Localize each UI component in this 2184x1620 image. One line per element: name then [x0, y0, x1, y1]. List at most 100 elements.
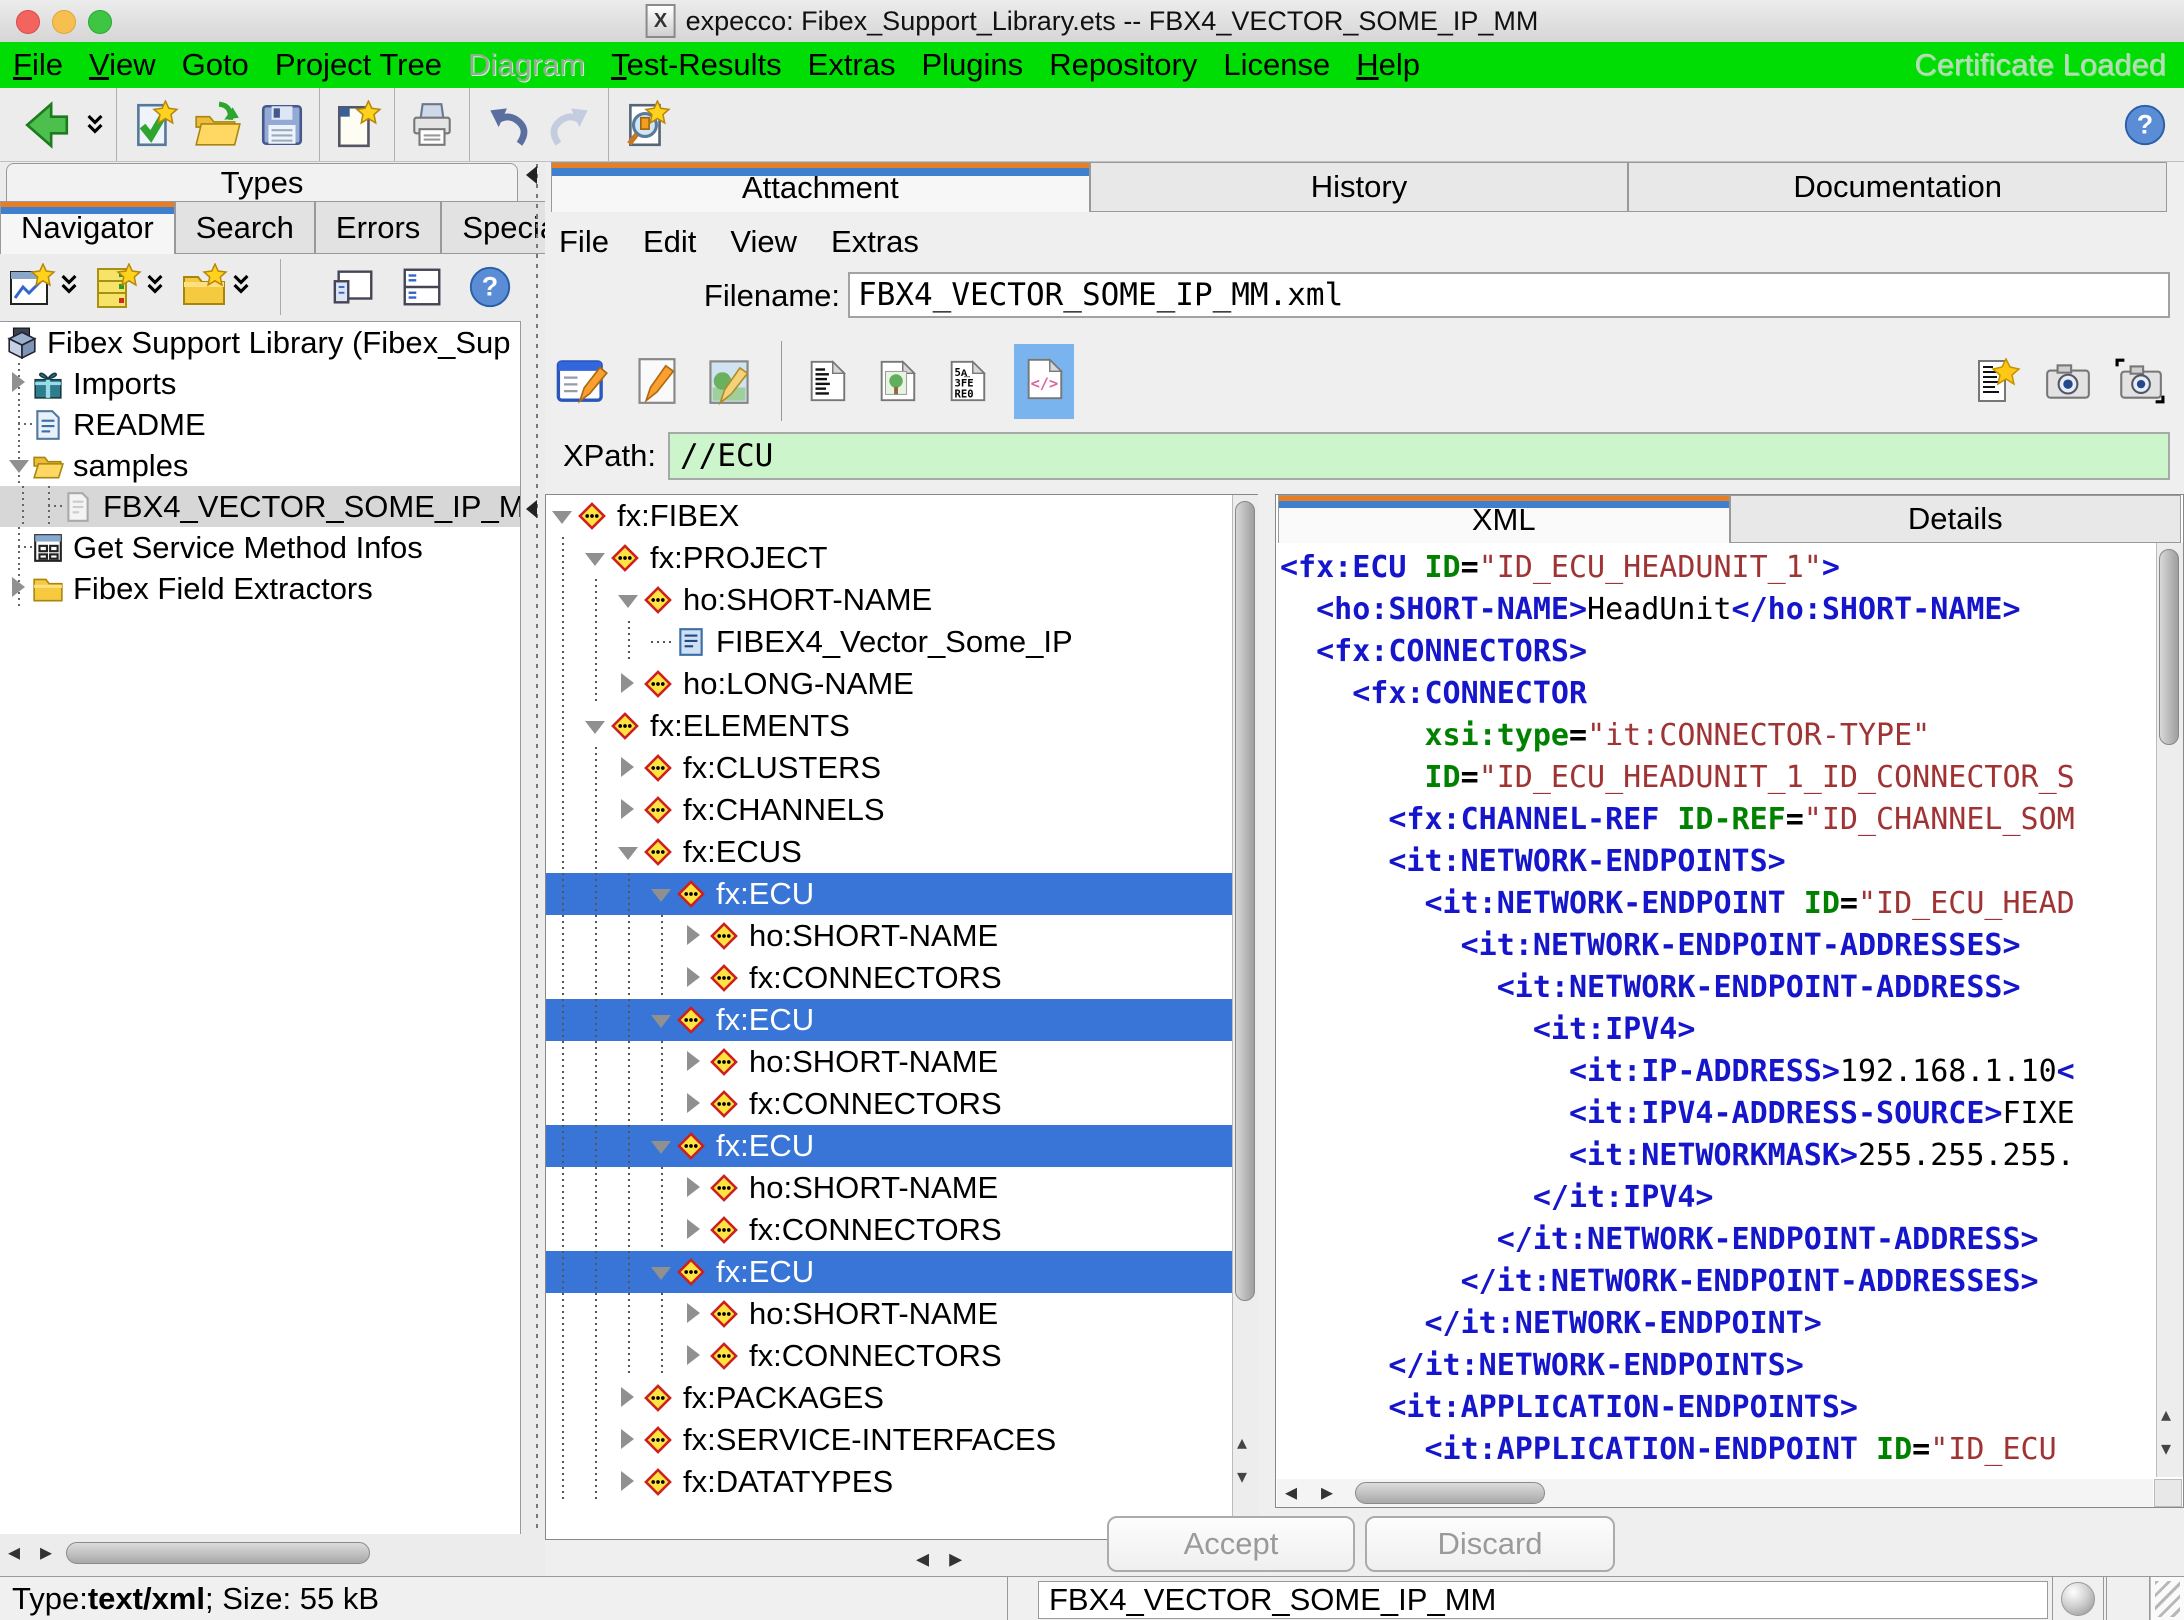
xml-tree-row[interactable]: fx:SERVICE-INTERFACES — [546, 1419, 1257, 1461]
project-tree-item[interactable]: Get Service Method Infos — [0, 527, 520, 568]
menu-extras[interactable]: Extras — [795, 47, 909, 83]
xml-tree-row[interactable]: ho:SHORT-NAME — [546, 579, 1257, 621]
open-folder-icon[interactable] — [193, 100, 243, 150]
back-arrow-icon[interactable] — [22, 100, 72, 150]
menu-repository[interactable]: Repository — [1036, 47, 1210, 83]
expand-icon[interactable] — [616, 747, 642, 789]
new-folder-icon[interactable] — [180, 263, 228, 311]
view-image-icon[interactable] — [874, 355, 920, 407]
edit-text-icon[interactable] — [633, 354, 681, 408]
expand-icon[interactable] — [616, 663, 642, 705]
xml-tree-row[interactable]: fx:ELEMENTS — [546, 705, 1257, 747]
collapse-icon[interactable] — [6, 445, 32, 486]
tab-errors[interactable]: Errors — [315, 201, 441, 254]
dropdown-chevron-icon[interactable] — [86, 112, 104, 138]
xml-tree-row[interactable]: fx:PROJECT — [546, 537, 1257, 579]
tab-xml[interactable]: XML — [1278, 495, 1730, 543]
tab-details[interactable]: Details — [1730, 495, 2182, 543]
xml-tree-row[interactable]: ho:SHORT-NAME — [546, 1041, 1257, 1083]
dropdown-chevron-icon[interactable] — [232, 272, 250, 303]
edit-image-icon[interactable] — [705, 354, 753, 408]
menu-diagram[interactable]: Diagram — [455, 47, 598, 83]
expand-icon[interactable] — [682, 957, 708, 999]
project-tree-item[interactable]: samples — [0, 445, 520, 486]
menu-view[interactable]: View — [76, 47, 169, 83]
project-tree[interactable]: Fibex Support Library (Fibex_SupImportsR… — [0, 321, 521, 1534]
scroll-right-icon[interactable]: ▸ — [1321, 1480, 1333, 1506]
view-xml-icon[interactable]: </> — [1021, 353, 1067, 405]
collapse-icon[interactable] — [649, 1251, 675, 1293]
camera-area-icon[interactable] — [2115, 358, 2165, 404]
discard-button[interactable]: Discard — [1365, 1516, 1615, 1572]
menu-help[interactable]: Help — [1343, 47, 1433, 83]
collapse-icon[interactable] — [649, 873, 675, 915]
close-button[interactable] — [16, 10, 40, 34]
tab-search[interactable]: Search — [175, 201, 315, 254]
filename-input[interactable]: FBX4_VECTOR_SOME_IP_MM.xml — [848, 272, 2170, 318]
collapse-icon[interactable] — [550, 495, 576, 537]
xml-tree-row[interactable]: fx:ECU — [546, 999, 1257, 1041]
collapse-icon[interactable] — [649, 999, 675, 1041]
xml-source-text[interactable]: <fx:ECU ID="ID_ECU_HEADUNIT_1"> <ho:SHOR… — [1280, 547, 2140, 1477]
dock-split-icon[interactable] — [399, 264, 445, 310]
xml-tree-vscrollbar[interactable]: ▴ ▾ — [1232, 495, 1258, 1539]
collapse-icon[interactable] — [616, 579, 642, 621]
splitter-collapse-icon[interactable] — [526, 500, 537, 518]
panel-splitter[interactable] — [536, 164, 538, 1532]
undo-icon[interactable] — [482, 100, 532, 150]
help-icon[interactable]: ? — [2122, 102, 2168, 148]
xml-tree-row[interactable]: ho:SHORT-NAME — [546, 1167, 1257, 1209]
types-header[interactable]: Types — [6, 163, 518, 201]
redo-icon[interactable] — [546, 100, 596, 150]
xml-source-pane[interactable]: XML Details <fx:ECU ID="ID_ECU_HEADUNIT_… — [1275, 494, 2184, 1508]
dock-left-icon[interactable] — [331, 264, 377, 310]
new-list-icon[interactable] — [94, 263, 142, 311]
attachment-menu-view[interactable]: View — [730, 224, 797, 260]
camera-icon[interactable] — [2043, 358, 2093, 404]
dropdown-chevron-icon[interactable] — [60, 272, 78, 303]
minimize-button[interactable] — [52, 10, 76, 34]
xml-tree-row[interactable]: fx:CONNECTORS — [546, 1209, 1257, 1251]
collapse-icon[interactable] — [616, 831, 642, 873]
help-small-icon[interactable]: ? — [467, 264, 513, 310]
xml-tree-row[interactable]: ho:SHORT-NAME — [546, 915, 1257, 957]
xml-tree-row[interactable]: fx:PACKAGES — [546, 1377, 1257, 1419]
menu-plugins[interactable]: Plugins — [909, 47, 1037, 83]
xml-tree-row[interactable]: fx:CONNECTORS — [546, 1083, 1257, 1125]
tab-history[interactable]: History — [1090, 162, 1629, 212]
xml-tree-row[interactable]: fx:ECU — [546, 1125, 1257, 1167]
zoom-button[interactable] — [88, 10, 112, 34]
menu-project-tree[interactable]: Project Tree — [262, 47, 455, 83]
new-attachment-icon[interactable] — [1973, 355, 2021, 407]
project-tree-item[interactable]: README — [0, 404, 520, 445]
tab-navigator[interactable]: Navigator — [0, 201, 175, 254]
expand-icon[interactable] — [6, 568, 32, 609]
view-text-icon[interactable] — [804, 355, 850, 407]
accept-file-icon[interactable] — [129, 100, 179, 150]
new-diagram-icon[interactable] — [8, 263, 56, 311]
collapse-icon[interactable] — [649, 1125, 675, 1167]
hscroll-thumb[interactable] — [1355, 1482, 1545, 1504]
xml-tree-row[interactable]: fx:CHANNELS — [546, 789, 1257, 831]
expand-icon[interactable] — [682, 1083, 708, 1125]
accept-button[interactable]: Accept — [1107, 1516, 1355, 1572]
reload-view-icon[interactable] — [621, 100, 671, 150]
scroll-up-icon[interactable]: ▴ — [1237, 1433, 1247, 1453]
xml-tree-row[interactable]: ho:LONG-NAME — [546, 663, 1257, 705]
xml-tree-row[interactable]: FIBEX4_Vector_Some_IP — [546, 621, 1257, 663]
expand-icon[interactable] — [682, 1293, 708, 1335]
project-tree-item[interactable]: FBX4_VECTOR_SOME_IP_MM — [0, 486, 520, 527]
view-hex-icon[interactable]: 5A͢3FERE0 — [944, 355, 990, 407]
print-icon[interactable] — [407, 100, 457, 150]
save-icon[interactable] — [257, 100, 307, 150]
attachment-name-field[interactable]: FBX4_VECTOR_SOME_IP_MM — [1038, 1581, 2048, 1619]
xml-source-vscrollbar[interactable]: ▴ ▾ — [2156, 543, 2183, 1477]
expand-icon[interactable] — [616, 1419, 642, 1461]
tab-attachment[interactable]: Attachment — [551, 162, 1090, 212]
xml-tree-row[interactable]: fx:FIBEX — [546, 495, 1257, 537]
expand-icon[interactable] — [682, 1167, 708, 1209]
expand-icon[interactable] — [682, 915, 708, 957]
project-tree-item[interactable]: Fibex Support Library (Fibex_Sup — [0, 322, 520, 363]
tab-documentation[interactable]: Documentation — [1628, 162, 2167, 212]
xml-tree-row[interactable]: fx:ECU — [546, 1251, 1257, 1293]
